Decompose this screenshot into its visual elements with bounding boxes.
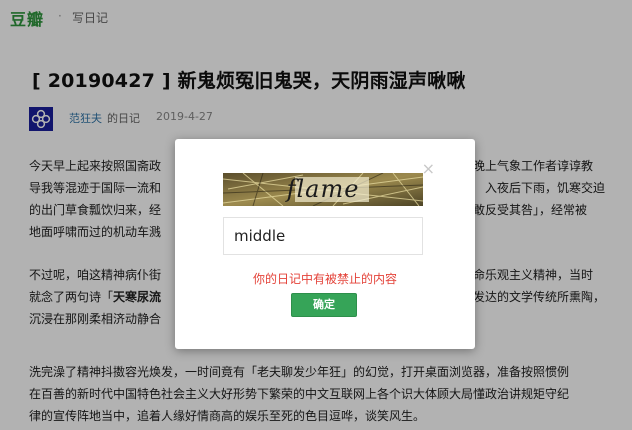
diary-page: 豆瓣 · 写日记 [ 20190427 ] 新鬼烦冤旧鬼哭，天阴雨湿声啾啾 范狂… xyxy=(0,0,632,430)
captcha-image: flame xyxy=(223,173,423,206)
captcha-input[interactable] xyxy=(223,217,423,255)
captcha-dialog: × flame middle 你的日记中有被禁止的内容 确定 xyxy=(175,139,475,349)
error-message: 你的日记中有被禁止的内容 xyxy=(252,272,397,286)
close-icon[interactable]: × xyxy=(422,161,435,177)
confirm-button[interactable]: 确定 xyxy=(291,293,357,317)
captcha-text: flame xyxy=(286,175,360,203)
